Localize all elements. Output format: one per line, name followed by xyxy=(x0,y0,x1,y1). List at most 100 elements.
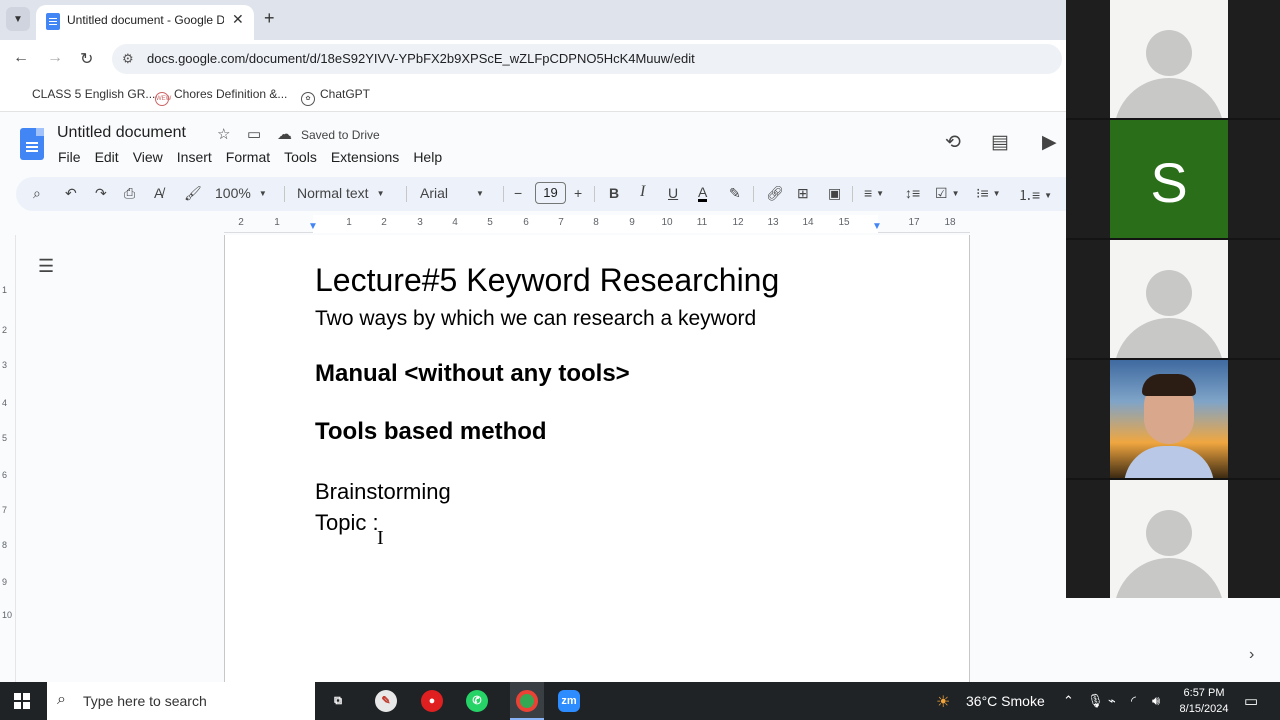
horizontal-ruler[interactable]: 2 1 ▼ 1 2 3 4 5 6 7 8 9 10 11 12 13 14 1… xyxy=(224,215,970,233)
document-title[interactable]: Untitled document xyxy=(57,124,186,142)
forward-icon[interactable]: → xyxy=(47,49,63,67)
left-indent-marker-icon[interactable]: ▼ xyxy=(308,221,318,232)
taskbar-search-box[interactable]: ⌕ Type here to search xyxy=(47,682,315,720)
participant-tile[interactable] xyxy=(1066,480,1280,598)
doc-method-manual[interactable]: Manual <without any tools> xyxy=(315,360,630,388)
right-indent-marker-icon[interactable]: ▼ xyxy=(872,221,882,232)
menu-file[interactable]: File xyxy=(58,149,81,165)
docs-favicon-icon xyxy=(46,13,60,30)
new-tab-icon[interactable]: + xyxy=(264,8,275,29)
windows-start-icon[interactable] xyxy=(14,693,30,709)
comments-icon[interactable]: ▤ xyxy=(991,131,1009,154)
weather-text[interactable]: 36°C Smoke xyxy=(966,693,1045,709)
spellcheck-icon[interactable]: A̸ xyxy=(154,185,163,201)
doc-heading[interactable]: Lecture#5 Keyword Researching xyxy=(315,262,779,299)
toolbar-divider xyxy=(284,186,285,202)
search-menus-icon[interactable]: ⌕ xyxy=(33,185,41,202)
participant-tile[interactable] xyxy=(1066,240,1280,358)
bookmark-chores[interactable]: WEW Chores Definition &... xyxy=(155,87,287,106)
numbered-list-icon[interactable]: ⒈≡ ▼ xyxy=(1018,185,1052,205)
doc-line-brainstorming[interactable]: Brainstorming xyxy=(315,479,451,505)
doc-method-tools[interactable]: Tools based method xyxy=(315,418,547,446)
microphone-icon[interactable]: 🎙︎ xyxy=(1087,693,1104,709)
notification-icon[interactable]: ▭ xyxy=(1244,692,1258,710)
undo-icon[interactable]: ↶ xyxy=(65,185,77,202)
participant-initial: S xyxy=(1150,151,1188,214)
zoom-app-icon[interactable]: zm xyxy=(558,690,580,712)
ruler-tick: 8 xyxy=(593,217,599,228)
menu-tools[interactable]: Tools xyxy=(284,149,317,165)
chevron-right-icon[interactable]: › xyxy=(1249,646,1254,664)
docs-logo-icon[interactable] xyxy=(20,128,44,160)
participant-tile[interactable] xyxy=(1066,360,1280,478)
doc-subtitle[interactable]: Two ways by which we can research a keyw… xyxy=(315,307,756,331)
italic-icon[interactable]: I xyxy=(640,183,645,201)
tab-search-menu-icon[interactable]: ▼ xyxy=(6,7,30,31)
record-icon[interactable]: ● xyxy=(421,690,443,712)
tab-close-icon[interactable]: ✕ xyxy=(232,11,244,28)
style-select[interactable]: Normal text ▼ xyxy=(297,185,385,201)
version-history-icon[interactable]: ⟲ xyxy=(945,131,961,154)
checklist-icon[interactable]: ☑ ▼ xyxy=(935,185,959,202)
chatgpt-icon: ✿ xyxy=(301,92,315,106)
text-color-icon[interactable]: A xyxy=(698,185,708,202)
increase-font-size-icon[interactable]: + xyxy=(574,185,582,201)
site-info-icon[interactable]: ⚙ xyxy=(122,51,134,67)
meet-icon[interactable]: ▶ xyxy=(1042,131,1057,154)
windows-taskbar: ⌕ Type here to search ⧉ ✎ ● ✆ zm ☀ 36°C … xyxy=(0,682,1280,720)
document-outline-icon[interactable]: ☰ xyxy=(38,256,54,277)
add-comment-icon[interactable]: ⊞ xyxy=(797,185,809,202)
document-page[interactable]: Lecture#5 Keyword Researching Two ways b… xyxy=(224,235,970,695)
insert-image-icon[interactable]: ▣ xyxy=(828,185,841,202)
bookmark-class5[interactable]: CLASS 5 English GR... xyxy=(32,87,155,101)
line-spacing-icon[interactable]: ↕≡ xyxy=(905,185,920,201)
menu-edit[interactable]: Edit xyxy=(95,149,119,165)
redo-icon[interactable]: ↷ xyxy=(95,185,107,202)
participant-video xyxy=(1110,360,1228,478)
volume-icon[interactable]: 🔊︎ xyxy=(1152,693,1160,709)
tray-expand-icon[interactable]: ⌃ xyxy=(1063,693,1074,709)
decrease-font-size-icon[interactable]: − xyxy=(514,185,522,201)
menu-help[interactable]: Help xyxy=(413,149,442,165)
ruler-tick: 14 xyxy=(802,217,814,228)
doc-line-topic[interactable]: Topic : xyxy=(315,510,379,536)
menu-insert[interactable]: Insert xyxy=(177,149,212,165)
reload-icon[interactable]: ↻ xyxy=(80,49,93,69)
bulleted-list-icon[interactable]: ⁝≡ ▼ xyxy=(976,185,1001,202)
ruler-tick: 11 xyxy=(696,217,708,228)
participant-tile[interactable]: S xyxy=(1066,120,1280,238)
font-select[interactable]: Arial ▼ xyxy=(420,185,492,201)
align-icon[interactable]: ≡ ▼ xyxy=(864,185,884,201)
task-view-icon[interactable]: ⧉ xyxy=(327,690,349,712)
back-icon[interactable]: ← xyxy=(13,49,29,67)
font-size-input[interactable]: 19 xyxy=(535,182,566,204)
whatsapp-icon[interactable]: ✆ xyxy=(466,690,488,712)
address-bar[interactable]: ⚙ docs.google.com/document/d/18eS92YIVV-… xyxy=(112,44,1062,74)
highlight-icon[interactable]: ✎ xyxy=(729,185,741,202)
underline-icon[interactable]: U xyxy=(668,185,678,201)
star-icon[interactable]: ☆ xyxy=(217,125,230,143)
weather-icon[interactable]: ☀ xyxy=(936,692,950,712)
bookmark-chatgpt[interactable]: ✿ ChatGPT xyxy=(301,87,370,106)
browser-tab[interactable]: Untitled document - Google Docs ✕ xyxy=(36,5,254,40)
ruler-tick: 2 xyxy=(238,217,244,228)
participant-tile[interactable] xyxy=(1066,0,1280,118)
zoom-select[interactable]: 100% ▼ xyxy=(215,185,267,201)
system-clock[interactable]: 6:57 PM 8/15/2024 xyxy=(1172,685,1236,717)
chrome-icon[interactable] xyxy=(516,690,538,712)
menu-view[interactable]: View xyxy=(133,149,163,165)
ruler-tick: 1 xyxy=(274,217,280,228)
vertical-ruler[interactable]: 1 2 3 4 5 6 7 8 9 10 xyxy=(0,235,16,682)
menu-extensions[interactable]: Extensions xyxy=(331,149,399,165)
vruler-tick: 10 xyxy=(2,610,13,620)
menu-format[interactable]: Format xyxy=(226,149,270,165)
move-folder-icon[interactable]: ▭ xyxy=(247,125,261,143)
insert-link-icon[interactable]: 🔗︎ xyxy=(766,185,784,202)
print-icon[interactable]: ⎙ xyxy=(124,185,135,202)
bookmark-chores-label: Chores Definition &... xyxy=(174,87,288,101)
paint-format-icon[interactable]: 🖌 xyxy=(184,185,202,202)
power-icon[interactable]: ⌁ xyxy=(1108,693,1116,709)
bold-icon[interactable]: B xyxy=(609,185,619,201)
wifi-icon[interactable]: ◜ xyxy=(1131,693,1136,709)
screen-recorder-icon[interactable]: ✎ xyxy=(375,690,397,712)
